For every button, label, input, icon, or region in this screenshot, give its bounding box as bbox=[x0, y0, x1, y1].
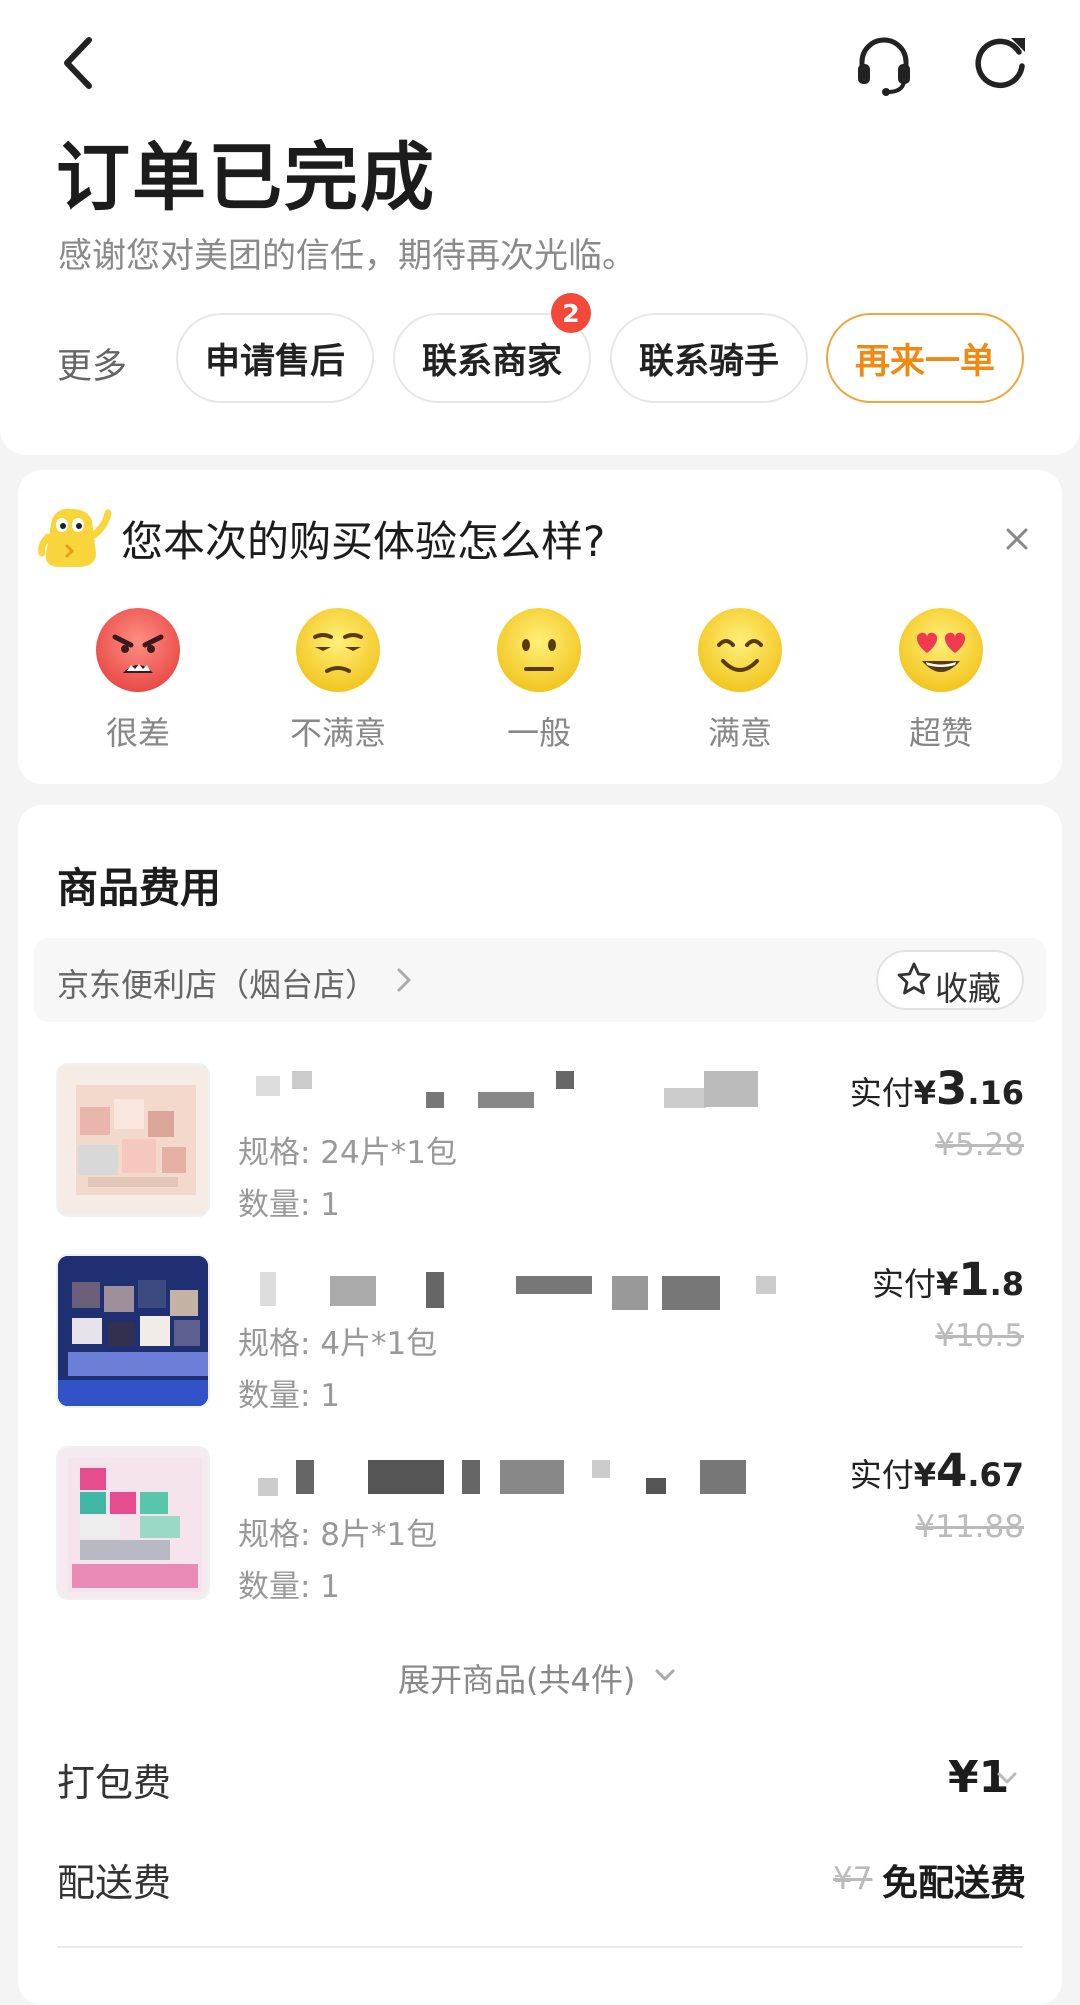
currency-symbol: ¥ bbox=[913, 1074, 936, 1112]
unread-badge: 2 bbox=[551, 293, 591, 333]
expand-items-button[interactable]: 展开商品(共4件) bbox=[398, 1655, 635, 1701]
blurred-title-block bbox=[426, 1272, 444, 1308]
contact-merchant-label: 联系商家 bbox=[421, 341, 562, 382]
item-spec: 规格: 8片*1包 bbox=[238, 1517, 438, 1553]
reorder-button[interactable]: 再来一单 bbox=[826, 313, 1024, 403]
refresh-icon[interactable] bbox=[970, 32, 1030, 92]
star-icon bbox=[897, 962, 931, 995]
product-thumbnail[interactable] bbox=[56, 1446, 210, 1600]
blurred-title-block bbox=[516, 1276, 592, 1294]
heart-eyes-face-icon[interactable] bbox=[898, 607, 984, 693]
contact-rider-label: 联系骑手 bbox=[638, 341, 779, 382]
blurred-title-block bbox=[260, 1272, 276, 1306]
neutral-face-icon[interactable] bbox=[496, 607, 582, 693]
smiling-face-icon[interactable] bbox=[697, 607, 783, 693]
page-title: 订单已完成 bbox=[56, 135, 436, 221]
blurred-title-block bbox=[500, 1460, 564, 1494]
delivery-fee-original: ¥7 bbox=[833, 1861, 873, 1897]
item-original-price: ¥11.88 bbox=[915, 1509, 1024, 1545]
item-original-price: ¥10.5 bbox=[935, 1318, 1024, 1354]
reorder-label: 再来一单 bbox=[854, 341, 995, 382]
product-image-pixelated bbox=[76, 1085, 196, 1195]
blurred-title-block bbox=[256, 1076, 280, 1096]
back-arrow-icon[interactable] bbox=[55, 34, 105, 92]
rating-label-bad: 很差 bbox=[105, 714, 170, 752]
more-label[interactable]: 更多 bbox=[57, 338, 127, 389]
item-original-price: ¥5.28 bbox=[935, 1127, 1024, 1163]
paid-integer: 4 bbox=[936, 1444, 968, 1497]
product-image-pixelated bbox=[58, 1256, 208, 1406]
section-title: 商品费用 bbox=[57, 864, 221, 912]
blurred-title-block bbox=[664, 1088, 706, 1108]
chevron-down-icon bbox=[655, 1669, 675, 1681]
blurred-title-block bbox=[292, 1071, 312, 1089]
paid-label: 实付 bbox=[849, 1074, 914, 1112]
blurred-title-block bbox=[478, 1092, 534, 1108]
product-thumbnail[interactable] bbox=[56, 1254, 210, 1408]
blurred-title-block bbox=[330, 1276, 376, 1306]
rating-label-excellent: 超赞 bbox=[908, 714, 973, 752]
close-icon[interactable] bbox=[1002, 524, 1032, 554]
item-paid-price: 实付¥1.8 bbox=[872, 1253, 1024, 1306]
blurred-title-block bbox=[662, 1276, 720, 1310]
blurred-title-block bbox=[258, 1478, 278, 1496]
blurred-title-block bbox=[368, 1460, 444, 1494]
item-paid-price: 实付¥3.16 bbox=[850, 1062, 1024, 1115]
blurred-title-block bbox=[704, 1071, 758, 1107]
rating-label-unsatisfied: 不满意 bbox=[289, 714, 386, 752]
blurred-title-block bbox=[646, 1478, 666, 1494]
item-spec: 规格: 24片*1包 bbox=[238, 1135, 457, 1171]
paid-decimal: .16 bbox=[967, 1074, 1024, 1112]
product-thumbnail[interactable] bbox=[56, 1063, 210, 1217]
blurred-title-block bbox=[296, 1460, 314, 1494]
divider bbox=[57, 1946, 1023, 1948]
paid-integer: 1 bbox=[958, 1253, 990, 1306]
apply-aftersale-label: 申请售后 bbox=[204, 341, 345, 382]
paid-decimal: .8 bbox=[989, 1265, 1024, 1303]
paid-label: 实付 bbox=[871, 1265, 936, 1303]
chevron-down-icon[interactable] bbox=[996, 1770, 1018, 1788]
mascot-icon bbox=[38, 508, 112, 567]
headset-icon[interactable] bbox=[852, 32, 916, 96]
rating-label-satisfied: 满意 bbox=[707, 714, 772, 752]
contact-rider-button[interactable]: 联系骑手 bbox=[610, 313, 808, 403]
store-name[interactable]: 京东便利店（烟台店） bbox=[57, 960, 377, 1006]
rating-label-average: 一般 bbox=[506, 714, 571, 752]
blurred-title-block bbox=[612, 1276, 648, 1310]
unamused-face-icon[interactable] bbox=[295, 607, 381, 693]
favorite-label: 收藏 bbox=[935, 969, 1001, 1008]
blurred-title-block bbox=[556, 1071, 574, 1089]
currency-symbol: ¥ bbox=[913, 1456, 936, 1494]
delivery-fee-value: 免配送费 bbox=[882, 1863, 1027, 1904]
item-paid-price: 实付¥4.67 bbox=[850, 1444, 1024, 1497]
packing-fee-label: 打包费 bbox=[57, 1761, 172, 1805]
angry-face-icon[interactable] bbox=[95, 607, 181, 693]
item-spec: 规格: 4片*1包 bbox=[238, 1326, 438, 1362]
apply-aftersale-button[interactable]: 申请售后 bbox=[176, 313, 374, 403]
product-image-pixelated bbox=[68, 1458, 202, 1592]
item-quantity: 数量: 1 bbox=[238, 1569, 341, 1605]
item-quantity: 数量: 1 bbox=[238, 1378, 341, 1414]
blurred-title-block bbox=[592, 1460, 610, 1478]
blurred-title-block bbox=[756, 1276, 776, 1294]
delivery-fee-label: 配送费 bbox=[57, 1861, 172, 1905]
survey-question: 您本次的购买体验怎么样? bbox=[121, 517, 606, 566]
paid-label: 实付 bbox=[849, 1456, 914, 1494]
blurred-title-block bbox=[462, 1460, 480, 1494]
paid-decimal: .67 bbox=[967, 1456, 1024, 1494]
item-quantity: 数量: 1 bbox=[238, 1187, 341, 1223]
blurred-title-block bbox=[426, 1092, 444, 1108]
paid-integer: 3 bbox=[936, 1062, 968, 1115]
currency-symbol: ¥ bbox=[936, 1265, 959, 1303]
chevron-right-icon bbox=[397, 968, 411, 992]
blurred-title-block bbox=[700, 1460, 746, 1494]
page-subtitle: 感谢您对美团的信任，期待再次光临。 bbox=[58, 236, 636, 276]
